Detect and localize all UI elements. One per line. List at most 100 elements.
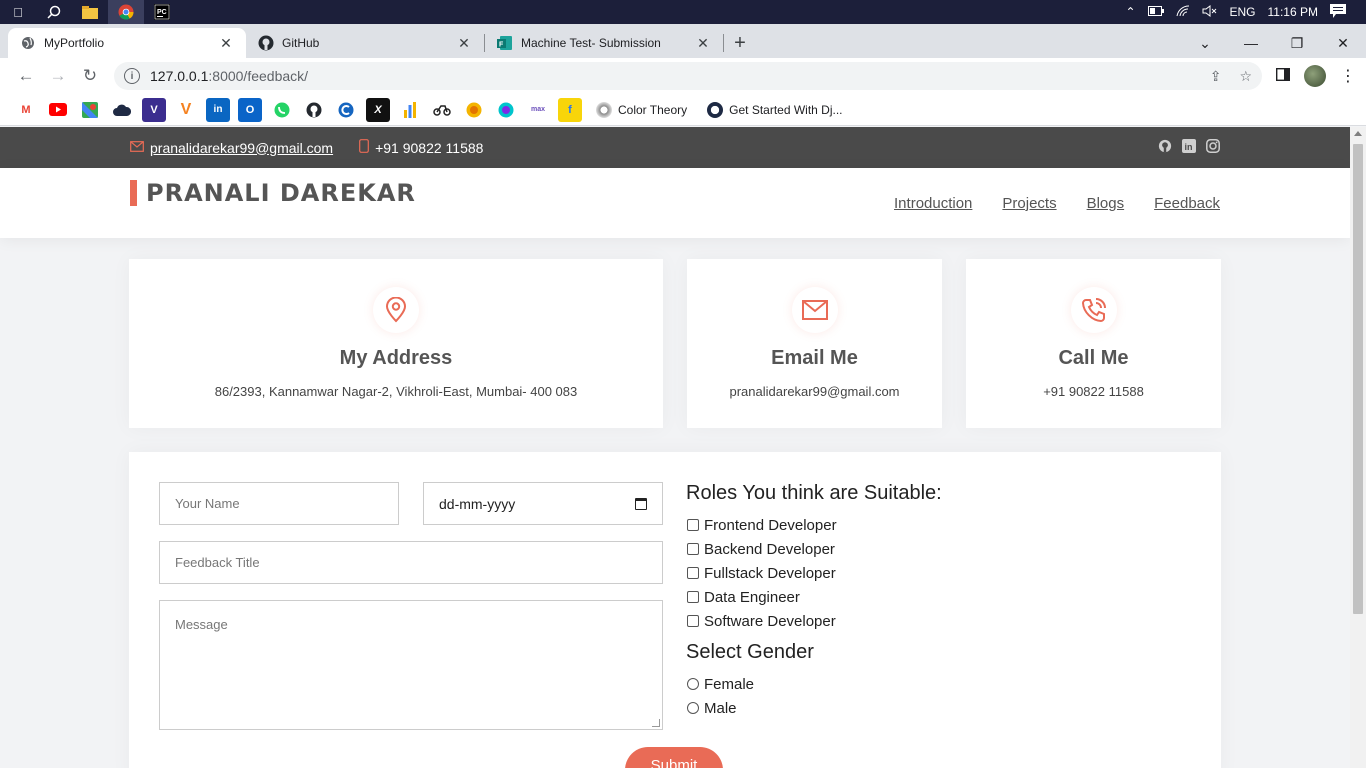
date-input[interactable]: dd-mm-yyyy <box>423 482 663 525</box>
checkbox[interactable] <box>687 615 699 627</box>
role-option-software[interactable]: Software Developer <box>686 609 942 633</box>
close-window-button[interactable]: ✕ <box>1320 35 1366 52</box>
chrome-taskbar-icon[interactable] <box>108 0 144 24</box>
restore-button[interactable]: ❐ <box>1274 35 1320 52</box>
github-social-icon[interactable] <box>1158 139 1172 156</box>
new-tab-button[interactable]: + <box>724 28 756 58</box>
chrome-menu-icon[interactable]: ⋮ <box>1340 66 1356 86</box>
file-explorer-icon[interactable] <box>72 0 108 24</box>
linkedin-icon[interactable]: in <box>206 97 230 122</box>
tab-github[interactable]: GitHub ✕ <box>246 28 484 58</box>
tab-myportfolio[interactable]: MyPortfolio ✕ <box>8 28 246 58</box>
v-orange-icon[interactable]: V <box>174 98 198 122</box>
social-links: in <box>1158 139 1220 156</box>
reload-button[interactable]: ↻ <box>74 60 106 92</box>
role-label: Fullstack Developer <box>704 564 836 582</box>
onedrive-icon[interactable] <box>110 98 134 122</box>
scrollbar-thumb[interactable] <box>1353 144 1363 614</box>
canva-icon[interactable] <box>494 98 518 122</box>
wifi-icon[interactable] <box>1176 4 1190 20</box>
name-input[interactable]: Your Name <box>159 482 399 525</box>
globe-icon <box>20 35 36 51</box>
resize-handle[interactable] <box>652 719 660 727</box>
instagram-social-icon[interactable] <box>1206 139 1220 156</box>
address-bar[interactable]: i 127.0.0.1:8000/feedback/ ⇪ ☆ <box>114 62 1262 90</box>
volume-muted-icon[interactable] <box>1202 4 1218 20</box>
language-indicator[interactable]: ENG <box>1230 5 1256 19</box>
scroll-up-arrow-icon[interactable] <box>1354 131 1362 136</box>
gender-option-male[interactable]: Male <box>686 696 942 720</box>
clock[interactable]: 11:16 PM <box>1268 5 1318 19</box>
pycharm-icon[interactable]: PC <box>144 0 180 24</box>
url-path: :8000/feedback/ <box>208 68 309 84</box>
checkbox[interactable] <box>687 567 699 579</box>
nav-blogs[interactable]: Blogs <box>1087 195 1125 212</box>
tab-search-icon[interactable]: ⌄ <box>1182 35 1228 52</box>
tab-machine-test[interactable]: F Machine Test- Submission ✕ <box>485 28 723 58</box>
gmail-icon[interactable]: M <box>14 98 38 122</box>
c-app-icon[interactable] <box>334 98 358 122</box>
radio-button[interactable] <box>687 702 699 714</box>
feedback-title-input[interactable]: Feedback Title <box>159 541 663 584</box>
back-button[interactable]: ← <box>10 60 42 92</box>
role-option-data-engineer[interactable]: Data Engineer <box>686 585 942 609</box>
checkbox[interactable] <box>687 519 699 531</box>
page-scrollbar[interactable] <box>1350 127 1366 768</box>
bookmark-color-theory[interactable]: Color Theory <box>590 101 693 118</box>
url-host: 127.0.0.1 <box>150 68 209 84</box>
box-app-icon[interactable]: max <box>526 98 550 122</box>
x-app-icon[interactable]: X <box>366 97 390 122</box>
email-link[interactable]: pranalidarekar99@gmail.com <box>150 140 333 156</box>
youtube-icon[interactable] <box>46 98 70 122</box>
role-label: Data Engineer <box>704 588 800 606</box>
flipkart-icon[interactable]: f <box>558 97 582 122</box>
gender-heading: Select Gender <box>686 641 814 663</box>
chevron-up-icon[interactable]: ⌃ <box>1125 5 1135 19</box>
bookmark-star-icon[interactable]: ☆ <box>1239 68 1252 85</box>
search-icon[interactable] <box>36 0 72 24</box>
checkbox[interactable] <box>687 591 699 603</box>
role-option-backend[interactable]: Backend Developer <box>686 537 942 561</box>
whatsapp-icon[interactable] <box>270 98 294 122</box>
topbar-email: pranalidarekar99@gmail.com <box>130 140 333 156</box>
svg-text:in: in <box>1185 142 1193 152</box>
close-tab-icon[interactable]: ✕ <box>695 35 711 52</box>
notifications-icon[interactable] <box>1330 3 1346 21</box>
profile-avatar[interactable] <box>1304 65 1326 87</box>
bookmarks-bar: M V V in O X max f Color Theory Get Star… <box>0 94 1366 126</box>
side-panel-icon[interactable] <box>1275 67 1291 85</box>
battery-icon[interactable] <box>1147 5 1164 19</box>
github-bookmark-icon[interactable] <box>302 98 326 122</box>
apple-icon[interactable]:  <box>0 0 36 24</box>
bookmark-get-started-django[interactable]: Get Started With Dj... <box>701 101 848 118</box>
v-app-icon[interactable]: V <box>142 97 166 122</box>
submit-button[interactable]: Submit <box>625 747 723 768</box>
contact-topbar: pranalidarekar99@gmail.com +91 90822 115… <box>0 127 1350 168</box>
share-icon[interactable]: ⇪ <box>1210 68 1222 85</box>
browser-tab-strip: MyPortfolio ✕ GitHub ✕ F Machine Test- S… <box>0 24 1366 58</box>
message-textarea[interactable]: Message <box>159 600 663 730</box>
outlook-icon[interactable]: O <box>238 97 262 122</box>
minimize-button[interactable]: — <box>1228 35 1274 51</box>
nav-introduction[interactable]: Introduction <box>894 195 972 212</box>
chart-app-icon[interactable] <box>398 98 422 122</box>
bike-app-icon[interactable] <box>430 98 454 122</box>
card-title: Call Me <box>1058 347 1129 369</box>
nav-projects[interactable]: Projects <box>1002 195 1056 212</box>
close-tab-icon[interactable]: ✕ <box>218 35 234 52</box>
maps-icon[interactable] <box>78 98 102 122</box>
badge-app-icon[interactable] <box>462 98 486 122</box>
role-option-fullstack[interactable]: Fullstack Developer <box>686 561 942 585</box>
close-tab-icon[interactable]: ✕ <box>456 35 472 52</box>
calendar-icon[interactable] <box>635 497 647 510</box>
radio-button[interactable] <box>687 678 699 690</box>
forward-button[interactable]: → <box>42 60 74 92</box>
gender-option-female[interactable]: Female <box>686 672 942 696</box>
site-logo[interactable]: PRANALI DAREKAR <box>130 179 416 207</box>
card-title: Email Me <box>771 347 858 369</box>
linkedin-social-icon[interactable]: in <box>1182 139 1196 156</box>
nav-feedback[interactable]: Feedback <box>1154 195 1220 212</box>
checkbox[interactable] <box>687 543 699 555</box>
site-info-icon[interactable]: i <box>124 68 140 84</box>
role-option-frontend[interactable]: Frontend Developer <box>686 513 942 537</box>
